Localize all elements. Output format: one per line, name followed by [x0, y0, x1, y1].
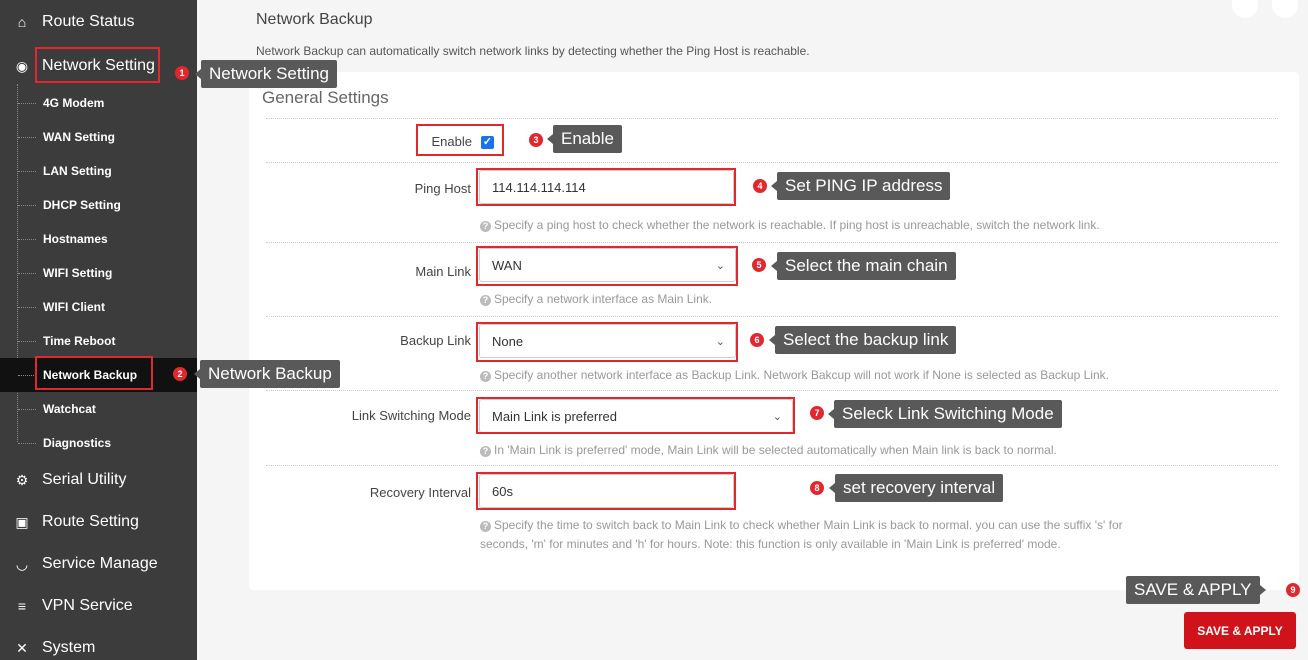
recovery-hint: ? Specify the time to switch back to Main…: [480, 518, 1123, 551]
main-link-select[interactable]: WAN ⌄: [479, 248, 736, 282]
sidebar-item-4g-modem[interactable]: 4G Modem: [0, 86, 197, 120]
help-icon: ?: [480, 371, 491, 382]
backup-link-label: Backup Link: [400, 333, 471, 348]
home-icon: ⌂: [17, 14, 27, 30]
switch-mode-label: Link Switching Mode: [351, 408, 471, 423]
divider: [266, 390, 1278, 391]
sidebar-item-hostnames[interactable]: Hostnames: [0, 222, 197, 256]
tools-icon: ✕: [16, 639, 28, 656]
divider: [266, 162, 1278, 163]
sidebar-item-label: Serial Utility: [42, 471, 127, 488]
annotation-callout-3: Enable: [547, 125, 622, 153]
annotation-callout-6: Select the backup link: [768, 326, 957, 354]
annotation-number-6: 6: [750, 333, 764, 347]
enable-label: Enable: [431, 134, 472, 149]
corner-decoration: [1232, 0, 1258, 18]
sidebar-item-label: Service Manage: [42, 555, 158, 572]
sidebar-item-lan-setting[interactable]: LAN Setting: [0, 154, 197, 188]
divider: [266, 465, 1278, 466]
annotation-callout-9: SAVE & APPLY: [1126, 576, 1265, 604]
sidebar-item-network-setting[interactable]: ◉ Network Setting: [0, 46, 197, 86]
sidebar-item-time-reboot[interactable]: Time Reboot: [0, 324, 197, 358]
page-title: Network Backup: [256, 11, 373, 28]
save-apply-button[interactable]: SAVE & APPLY: [1184, 612, 1296, 649]
section-title: General Settings: [262, 88, 389, 107]
cogs-icon: ⚙: [15, 471, 29, 488]
chevron-down-icon: ⌄: [772, 411, 782, 423]
sidebar-item-label: VPN Service: [42, 597, 133, 614]
main-content: Network Backup Network Backup can automa…: [197, 0, 1308, 660]
sidebar-item-label: Route Setting: [42, 513, 139, 530]
sidebar-item-route-setting[interactable]: ▣ Route Setting: [0, 502, 197, 542]
annotation-number-2: 2: [173, 367, 187, 381]
chevron-down-icon: ⌄: [715, 260, 725, 272]
sidebar-item-system[interactable]: ✕ System: [0, 628, 197, 660]
sidebar-item-route-status[interactable]: ⌂ Route Status: [0, 2, 197, 42]
annotation-callout-5: Select the main chain: [771, 252, 956, 280]
annotation-number-1: 1: [175, 66, 189, 80]
sidebar-item-wan-setting[interactable]: WAN Setting: [0, 120, 197, 154]
sidebar-item-label: Network Setting: [42, 57, 155, 74]
sidebar-item-wifi-client[interactable]: WIFI Client: [0, 290, 197, 324]
help-icon: ?: [480, 295, 491, 306]
gauge-icon: ◡: [15, 555, 29, 572]
sidebar-item-vpn-service[interactable]: ≡ VPN Service: [0, 586, 197, 626]
backup-link-select[interactable]: None ⌄: [479, 324, 736, 358]
main-link-value: WAN: [492, 257, 522, 273]
annotation-number-7: 7: [810, 406, 824, 420]
settings-card: General Settings: [249, 72, 1299, 590]
annotation-callout-7: Seleck Link Switching Mode: [828, 400, 1062, 428]
backup-link-hint: ? Specify another network interface as Ba…: [480, 366, 1109, 385]
annotation-callout-4: Set PING IP address: [770, 172, 951, 200]
divider: [266, 118, 1278, 119]
sidebar-item-serial-utility[interactable]: ⚙ Serial Utility: [0, 460, 197, 500]
divider: [266, 242, 1278, 243]
switch-mode-select[interactable]: Main Link is preferred ⌄: [479, 399, 793, 433]
sidebar-item-label: System: [42, 639, 96, 656]
sidebar-item-label: Route Status: [42, 13, 135, 30]
recovery-label: Recovery Interval: [369, 485, 471, 500]
sidebar-item-diagnostics[interactable]: Diagnostics: [0, 426, 197, 460]
backup-link-value: None: [492, 333, 524, 349]
sidebar-item-watchcat[interactable]: Watchcat: [0, 392, 197, 426]
annotation-callout-8: set recovery interval: [828, 474, 1004, 502]
enable-checkbox[interactable]: ✓: [481, 136, 494, 149]
chevron-down-icon: ⌄: [715, 336, 725, 348]
ping-host-label: Ping Host: [414, 181, 471, 196]
main-link-hint: ? Specify a network interface as Main Lin…: [480, 290, 712, 309]
divider: [266, 316, 1278, 317]
sidebar: ⌂ Route Status ◉ Network Setting 4G Mode…: [0, 0, 197, 660]
sidebar-item-network-backup[interactable]: Network Backup: [0, 358, 197, 392]
ping-host-hint: ? Specify a ping host to check whether th…: [480, 216, 1100, 235]
annotation-number-9: 9: [1286, 583, 1300, 597]
corner-decoration: [1272, 0, 1298, 18]
page-description: Network Backup can automatically switch …: [256, 44, 810, 58]
annotation-callout-2: Network Backup: [194, 360, 340, 388]
help-icon: ?: [480, 446, 491, 457]
annotation-number-3: 3: [529, 133, 543, 147]
help-icon: ?: [480, 221, 491, 232]
main-link-label: Main Link: [415, 264, 471, 279]
annotation-number-4: 4: [753, 179, 767, 193]
switch-mode-hint: ? In 'Main Link is preferred' mode, Main …: [480, 441, 1057, 460]
annotation-callout-1: Network Setting: [195, 60, 337, 88]
sidebar-item-service-manage[interactable]: ◡ Service Manage: [0, 544, 197, 584]
globe-icon: ◉: [15, 57, 29, 74]
sidebar-item-dhcp-setting[interactable]: DHCP Setting: [0, 188, 197, 222]
annotation-number-8: 8: [810, 481, 824, 495]
calendar-icon: ▣: [15, 513, 29, 530]
help-icon: ?: [480, 521, 491, 532]
annotation-number-5: 5: [752, 258, 766, 272]
recovery-input[interactable]: 60s: [479, 474, 734, 508]
switch-mode-value: Main Link is preferred: [492, 408, 617, 424]
list-icon: ≡: [17, 598, 27, 614]
ping-host-input[interactable]: 114.114.114.114: [479, 170, 734, 204]
sidebar-item-wifi-setting[interactable]: WIFI Setting: [0, 256, 197, 290]
